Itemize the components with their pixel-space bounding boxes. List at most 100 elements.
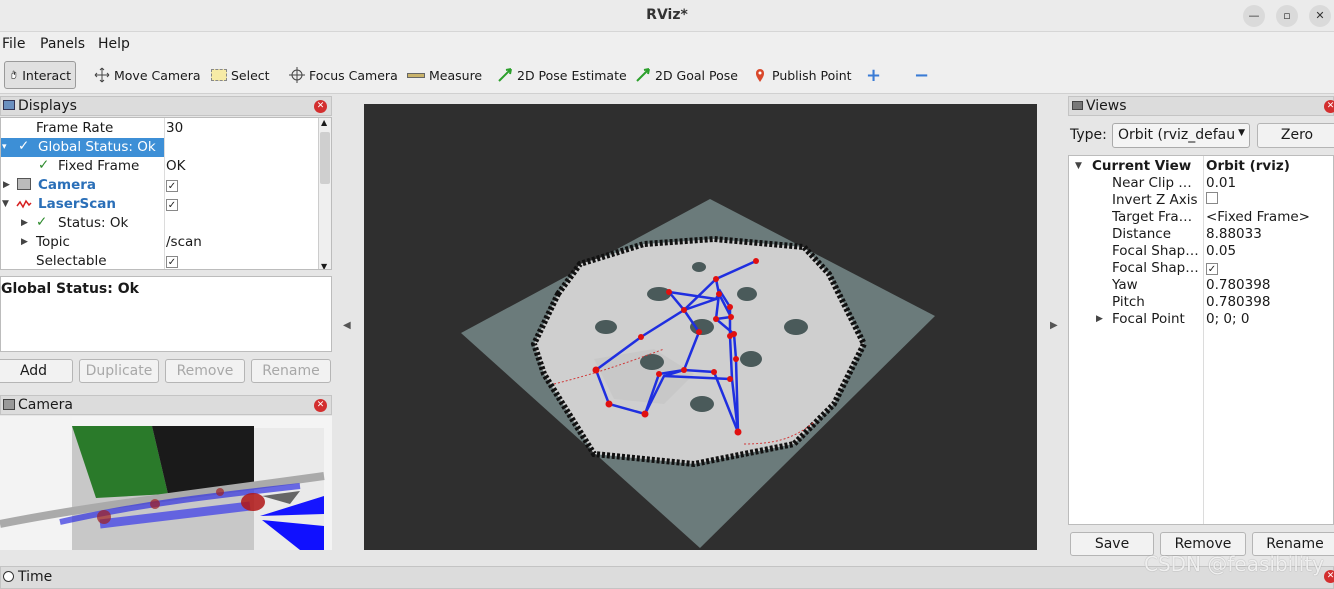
menu-file[interactable]: File xyxy=(2,36,25,52)
views-row-focal-shape-fixed[interactable]: Focal Shap… ✓ xyxy=(1069,260,1333,277)
views-title: Views xyxy=(1086,98,1127,114)
current-view-row[interactable]: ▼ Current View Orbit (rviz) xyxy=(1069,158,1333,175)
collapse-left-icon[interactable]: ◀ xyxy=(343,320,351,331)
row-label: Focal Shap… xyxy=(1112,243,1199,259)
toolbar: Interact Move Camera Select Focus Camera… xyxy=(0,56,1334,94)
row-label: Focal Shap… xyxy=(1112,260,1199,276)
tree-row-camera[interactable]: ▶ Camera ✓ xyxy=(1,176,331,195)
row-value[interactable]: /scan xyxy=(166,234,202,250)
pose-estimate-tool[interactable]: 2D Pose Estimate xyxy=(493,61,631,89)
publish-point-tool[interactable]: Publish Point xyxy=(748,61,856,89)
row-checkbox[interactable]: ✓ xyxy=(1206,260,1218,276)
row-value: OK xyxy=(166,158,186,174)
views-row-invert-z[interactable]: Invert Z Axis xyxy=(1069,192,1333,209)
duplicate-display-button[interactable]: Duplicate xyxy=(79,359,159,383)
expand-arrow-icon[interactable]: ▾ xyxy=(2,142,7,152)
rename-display-button[interactable]: Rename xyxy=(251,359,331,383)
close-icon[interactable]: ✕ xyxy=(1324,570,1334,583)
tree-row-laserscan[interactable]: ▼ LaserScan ✓ xyxy=(1,195,331,214)
checkbox[interactable] xyxy=(1206,192,1218,204)
save-view-button[interactable]: Save xyxy=(1070,532,1154,556)
views-row-target-frame[interactable]: Target Fra… <Fixed Frame> xyxy=(1069,209,1333,226)
row-checkbox[interactable]: ✓ xyxy=(166,253,178,269)
goal-pose-tool[interactable]: 2D Goal Pose xyxy=(631,61,742,89)
expand-arrow-icon[interactable]: ▶ xyxy=(21,237,28,247)
add-tool-button[interactable]: + xyxy=(862,61,885,89)
row-value[interactable]: 8.88033 xyxy=(1206,226,1262,242)
focus-camera-tool[interactable]: Focus Camera xyxy=(285,61,402,89)
tree-row-global-status[interactable]: ▼ ▾ ✓ Global Status: Ok xyxy=(1,138,331,157)
move-arrows-icon xyxy=(94,67,110,83)
views-row-focal-shape-size[interactable]: Focal Shap… 0.05 xyxy=(1069,243,1333,260)
row-label: Near Clip … xyxy=(1112,175,1192,191)
displays-tree[interactable]: ▲ ▼ Frame Rate 30 ▼ ▾ ✓ Global Status: O… xyxy=(0,117,332,270)
interact-tool[interactable]: Interact xyxy=(4,61,76,89)
expand-arrow-icon[interactable]: ▶ xyxy=(3,180,10,190)
measure-tool[interactable]: Measure xyxy=(403,61,486,89)
row-value[interactable]: 0; 0; 0 xyxy=(1206,311,1249,327)
row-label: Frame Rate xyxy=(36,120,114,136)
view-type-label: Type: xyxy=(1070,127,1107,143)
close-icon[interactable]: ✕ xyxy=(314,399,327,412)
collapse-right-icon[interactable]: ▶ xyxy=(1050,320,1058,331)
collapse-arrow-icon[interactable]: ▼ xyxy=(1075,161,1082,171)
row-checkbox[interactable]: ✓ xyxy=(166,196,178,212)
add-display-button[interactable]: Add xyxy=(0,359,73,383)
close-window-button[interactable]: ✕ xyxy=(1309,5,1331,27)
row-label: Status: Ok xyxy=(58,215,129,231)
checkbox[interactable]: ✓ xyxy=(166,256,178,268)
minimize-button[interactable]: — xyxy=(1243,5,1265,27)
views-tree[interactable]: ▼ Current View Orbit (rviz) Near Clip … … xyxy=(1068,155,1334,525)
row-checkbox[interactable] xyxy=(1206,192,1218,208)
camera-view[interactable] xyxy=(0,416,332,550)
expand-arrow-icon[interactable]: ▶ xyxy=(21,218,28,228)
checkbox[interactable]: ✓ xyxy=(166,180,178,192)
remove-tool-button[interactable]: − xyxy=(910,61,933,89)
checkbox[interactable]: ✓ xyxy=(1206,263,1218,275)
tree-row-topic[interactable]: ▶ Topic /scan xyxy=(1,233,331,252)
maximize-button[interactable]: ▫ xyxy=(1276,5,1298,27)
views-row-near-clip[interactable]: Near Clip … 0.01 xyxy=(1069,175,1333,192)
row-value[interactable]: 0.05 xyxy=(1206,243,1236,259)
menu-panels[interactable]: Panels xyxy=(40,36,85,52)
goal-pose-label: 2D Goal Pose xyxy=(655,67,738,83)
views-row-pitch[interactable]: Pitch 0.780398 xyxy=(1069,294,1333,311)
pose-estimate-label: 2D Pose Estimate xyxy=(517,67,627,83)
collapse-arrow-icon[interactable]: ▼ xyxy=(2,199,9,209)
move-camera-tool[interactable]: Move Camera xyxy=(90,61,205,89)
tree-row-selectable[interactable]: Selectable ✓ xyxy=(1,252,331,269)
render-3d-view[interactable] xyxy=(364,104,1037,550)
row-value[interactable]: 30 xyxy=(166,120,183,136)
row-value[interactable]: <Fixed Frame> xyxy=(1206,209,1310,225)
time-title: Time xyxy=(18,569,53,585)
row-value[interactable]: 0.780398 xyxy=(1206,277,1270,293)
row-label: Selectable xyxy=(36,253,107,269)
views-row-yaw[interactable]: Yaw 0.780398 xyxy=(1069,277,1333,294)
row-value[interactable]: 0.01 xyxy=(1206,175,1236,191)
select-box-icon xyxy=(211,69,227,81)
row-checkbox[interactable]: ✓ xyxy=(166,177,178,193)
view-type-select[interactable]: Orbit (rviz_defau ▼ xyxy=(1112,123,1250,148)
map-pin-icon xyxy=(756,69,764,82)
select-tool[interactable]: Select xyxy=(207,61,274,89)
remove-display-button[interactable]: Remove xyxy=(165,359,245,383)
crosshair-icon xyxy=(289,67,305,83)
tree-row-frame-rate[interactable]: Frame Rate 30 xyxy=(1,119,331,138)
row-value: Orbit (rviz) xyxy=(1206,158,1290,174)
checkbox[interactable]: ✓ xyxy=(166,199,178,211)
row-value[interactable]: 0.780398 xyxy=(1206,294,1270,310)
description-box: Global Status: Ok xyxy=(0,276,332,352)
zero-button[interactable]: Zero xyxy=(1257,123,1334,148)
description-text: Global Status: Ok xyxy=(1,281,139,297)
measure-label: Measure xyxy=(429,67,483,83)
tree-row-status[interactable]: ▶ ✓ Status: Ok xyxy=(1,214,331,233)
close-icon[interactable]: ✕ xyxy=(314,100,327,113)
row-label: Focal Point xyxy=(1112,311,1185,327)
views-row-focal-point[interactable]: ▶ Focal Point 0; 0; 0 xyxy=(1069,311,1333,328)
close-icon[interactable]: ✕ xyxy=(1324,100,1334,113)
menu-help[interactable]: Help xyxy=(98,36,130,52)
views-row-distance[interactable]: Distance 8.88033 xyxy=(1069,226,1333,243)
tree-row-fixed-frame[interactable]: ✓ Fixed Frame OK xyxy=(1,157,331,176)
expand-arrow-icon[interactable]: ▶ xyxy=(1096,314,1103,324)
displays-panel-header: Displays ✕ xyxy=(0,96,332,116)
